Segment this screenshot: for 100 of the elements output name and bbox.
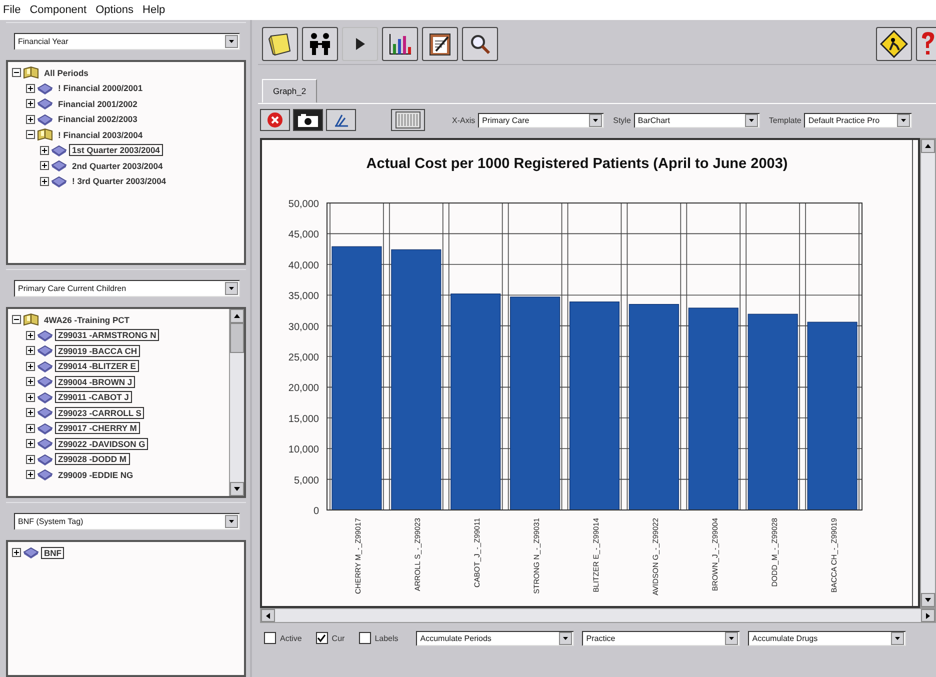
- expander-icon[interactable]: [26, 114, 35, 124]
- scrollbar[interactable]: [260, 608, 936, 623]
- expander-icon[interactable]: [40, 176, 49, 186]
- report-button[interactable]: [422, 27, 458, 61]
- tree-item[interactable]: Financial 2002/2003: [55, 113, 140, 126]
- clipboard-icon: [427, 31, 453, 57]
- scroll-right-icon[interactable]: [926, 612, 930, 618]
- book-icon: [23, 66, 39, 80]
- expander-icon[interactable]: [26, 424, 35, 433]
- axis-tick-label: 25,000: [288, 352, 319, 364]
- selector-dropdown[interactable]: Financial Year: [14, 33, 240, 50]
- checkbox-label: Cur: [332, 634, 345, 642]
- cube-icon: [51, 159, 67, 172]
- scroll-up-icon[interactable]: [234, 314, 240, 318]
- selector-dropdown[interactable]: BNF (System Tag): [14, 513, 240, 530]
- cube-icon: [37, 328, 53, 342]
- tree-item[interactable]: Z99022 -DAVIDSON G: [55, 438, 148, 450]
- tree-item[interactable]: Z99028 -DODD M: [55, 453, 130, 466]
- expander-icon[interactable]: [12, 68, 21, 78]
- tree-item[interactable]: ! Financial 2000/2001: [55, 82, 146, 94]
- checkbox[interactable]: [316, 632, 328, 644]
- search-button[interactable]: [462, 27, 498, 61]
- scroll-down-icon[interactable]: [925, 598, 931, 602]
- close-icon: [267, 112, 283, 128]
- tree-item[interactable]: Z99017 -CHERRY M: [55, 422, 140, 434]
- axis-tick-label: 0: [313, 506, 319, 517]
- axis-tick-label: 50,000: [288, 199, 319, 210]
- scrollbar[interactable]: [920, 138, 936, 608]
- grid-button[interactable]: [391, 109, 425, 131]
- tree-item[interactable]: Z99014 -BLITZER E: [55, 360, 139, 372]
- expander-icon[interactable]: [26, 362, 35, 371]
- tree-item[interactable]: Z99023 -CARROLL S: [55, 406, 144, 419]
- tree-item[interactable]: All Periods: [41, 66, 92, 79]
- tree-item[interactable]: 1st Quarter 2003/2004: [69, 144, 163, 156]
- expander-icon[interactable]: [40, 146, 49, 155]
- book-icon: [37, 128, 53, 142]
- checkbox[interactable]: [358, 632, 371, 644]
- axis-tick-label: 45,000: [288, 230, 319, 241]
- cube-icon: [37, 390, 53, 404]
- play-button[interactable]: [342, 27, 378, 61]
- scrollbar[interactable]: [229, 309, 244, 496]
- scroll-up-icon[interactable]: [925, 144, 931, 148]
- cube-icon: [37, 375, 53, 388]
- menu-item[interactable]: Component: [30, 4, 87, 16]
- template-dropdown[interactable]: Default Practice Pro: [804, 112, 912, 128]
- expander-icon[interactable]: [26, 330, 35, 340]
- expander-icon[interactable]: [26, 454, 35, 464]
- expander-icon[interactable]: [26, 346, 35, 356]
- tree-item[interactable]: 4WA26 -Training PCT: [41, 314, 132, 326]
- tree-item[interactable]: Z99009 -EDDIE NG: [55, 468, 136, 481]
- menu-item[interactable]: Help: [142, 4, 166, 16]
- scroll-down-icon[interactable]: [234, 487, 240, 491]
- expander-icon[interactable]: [26, 377, 35, 386]
- notes-button[interactable]: [262, 27, 298, 61]
- scroll-left-icon[interactable]: [266, 612, 270, 618]
- expander-icon[interactable]: [26, 392, 35, 402]
- chart-button[interactable]: [382, 27, 418, 61]
- cube-icon: [37, 406, 53, 420]
- tree-item[interactable]: Z99004 -BROWN J: [55, 376, 136, 388]
- cube-icon: [51, 174, 67, 188]
- expander-icon[interactable]: [12, 548, 21, 558]
- tree-item[interactable]: Financial 2001/2002: [55, 98, 140, 110]
- tree-item[interactable]: ! Financial 2003/2004: [55, 128, 146, 141]
- expander-icon[interactable]: [26, 408, 35, 418]
- x-axis-dropdown[interactable]: Primary Care: [478, 112, 604, 128]
- tree-item[interactable]: Z99019 -BACCA CH: [55, 344, 140, 357]
- expander-icon[interactable]: [26, 99, 35, 108]
- help-button[interactable]: [916, 27, 936, 61]
- scroll-thumb[interactable]: [230, 323, 244, 353]
- menu-item[interactable]: Options: [96, 4, 134, 16]
- people-button[interactable]: [302, 27, 338, 61]
- tree-item[interactable]: 2nd Quarter 2003/2004: [69, 160, 166, 172]
- graph-tab[interactable]: Graph_2: [262, 79, 318, 103]
- tree-item[interactable]: Z99011 -CABOT J: [55, 391, 132, 404]
- expander-icon[interactable]: [26, 130, 35, 140]
- option-dropdown[interactable]: Accumulate Periods: [416, 630, 574, 646]
- option-dropdown[interactable]: Practice: [582, 630, 740, 646]
- axis-tick-label: 15,000: [288, 414, 319, 425]
- close-button[interactable]: [260, 109, 290, 131]
- warning-button[interactable]: [876, 27, 912, 61]
- bar-chart-icon: [387, 31, 413, 57]
- expander-icon[interactable]: [26, 84, 35, 93]
- chart-settings-button[interactable]: [326, 109, 356, 131]
- style-label: Style: [613, 116, 631, 124]
- cube-icon: [23, 546, 39, 560]
- style-dropdown[interactable]: BarChart: [634, 112, 760, 128]
- menu-item[interactable]: File: [3, 4, 21, 16]
- tree-item[interactable]: Z99031 -ARMSTRONG N: [55, 329, 160, 342]
- expander-icon[interactable]: [26, 470, 35, 480]
- camera-button[interactable]: [293, 109, 323, 131]
- template-label: Template: [768, 116, 802, 124]
- checkbox[interactable]: [264, 632, 276, 644]
- expander-icon[interactable]: [26, 439, 35, 448]
- tree-item[interactable]: ! 3rd Quarter 2003/2004: [69, 175, 170, 188]
- option-dropdown[interactable]: Accumulate Drugs: [748, 630, 906, 646]
- selector-dropdown[interactable]: Primary Care Current Children: [14, 280, 240, 297]
- grid-icon: [395, 111, 421, 129]
- expander-icon[interactable]: [12, 315, 21, 324]
- expander-icon[interactable]: [40, 161, 49, 170]
- tree-item[interactable]: BNF: [41, 546, 64, 559]
